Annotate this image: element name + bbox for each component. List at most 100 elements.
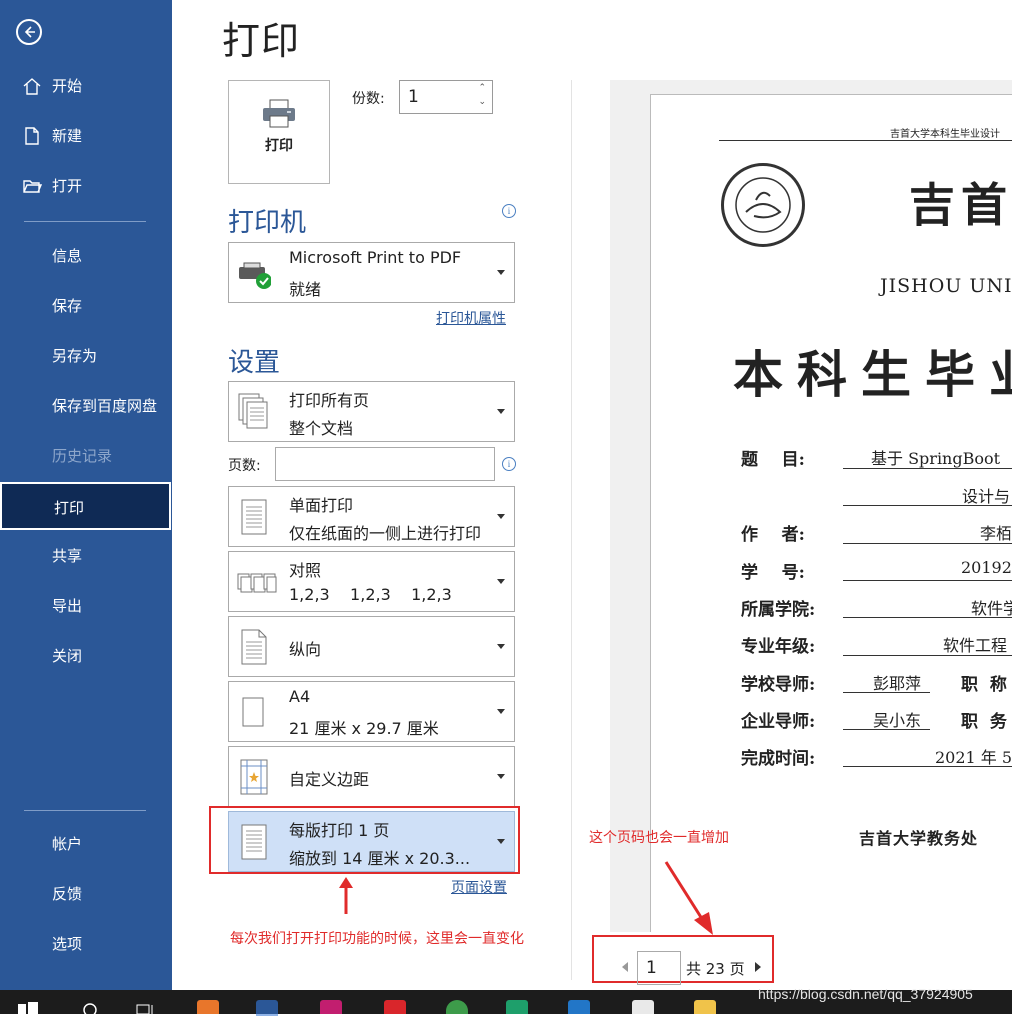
- print-button[interactable]: 打印: [228, 80, 330, 184]
- sidebar-item-save-baidu[interactable]: 保存到百度网盘: [0, 382, 172, 430]
- sidebar-item-info[interactable]: 信息: [0, 232, 172, 280]
- setting-line2: 21 厘米 x 29.7 厘米: [289, 719, 439, 738]
- print-preview[interactable]: 吉首大学本科生毕业设计 吉首大 JISHOU UNIV 本科生毕业 题 目: 基…: [610, 80, 1012, 932]
- chrome-icon[interactable]: [446, 1000, 468, 1014]
- stepper-down-icon[interactable]: ⌄: [478, 97, 486, 107]
- field-label: 完成时间:: [741, 749, 816, 769]
- field-value: 李栢: [980, 524, 1012, 543]
- field-underline: [843, 655, 1012, 656]
- field-label: 所属学院:: [741, 600, 816, 620]
- next-page-icon[interactable]: [753, 961, 763, 973]
- back-arrow-icon[interactable]: [16, 19, 42, 45]
- pages-input[interactable]: [275, 447, 495, 481]
- field-label: 学 号:: [741, 563, 805, 583]
- pages-label: 页数:: [228, 458, 261, 474]
- sidebar-item-share[interactable]: 共享: [0, 532, 172, 580]
- browser-icon[interactable]: [197, 1000, 219, 1014]
- sidebar-item-account[interactable]: 帐户: [0, 820, 172, 868]
- sidebar-item-label: 开始: [52, 77, 83, 95]
- field-underline: [843, 468, 1012, 469]
- university-seal-icon: [721, 163, 805, 247]
- sidebar-item-save-as[interactable]: 另存为: [0, 332, 172, 380]
- sidebar-item-export[interactable]: 导出: [0, 582, 172, 630]
- task-view-icon[interactable]: [136, 1002, 156, 1014]
- print-range-dropdown[interactable]: 打印所有页 整个文档: [228, 381, 515, 442]
- info-icon[interactable]: i: [502, 457, 516, 471]
- printer-dropdown[interactable]: Microsoft Print to PDF 就绪: [228, 242, 515, 303]
- chevron-down-icon: [497, 514, 505, 519]
- sidebar-item-history: 历史记录: [0, 432, 172, 480]
- field-value: 设计与: [962, 487, 1011, 506]
- preview-page: 吉首大学本科生毕业设计 吉首大 JISHOU UNIV 本科生毕业 题 目: 基…: [650, 94, 1012, 932]
- printer-properties-link[interactable]: 打印机属性: [436, 308, 506, 328]
- field-label: 题 目:: [741, 450, 805, 470]
- search-icon[interactable]: [82, 1002, 98, 1014]
- page-total: 共 23 页: [686, 960, 745, 978]
- prev-page-icon[interactable]: [620, 961, 630, 973]
- intellij-icon[interactable]: [320, 1000, 342, 1014]
- sidebar-item-label: 历史记录: [52, 447, 113, 465]
- field-label: 专业年级:: [741, 637, 816, 657]
- setting-line2: 整个文档: [289, 419, 354, 438]
- sidebar-item-close[interactable]: 关闭: [0, 632, 172, 680]
- sidebar-item-print[interactable]: 打印: [0, 482, 171, 530]
- field-value: 吴小东: [873, 711, 922, 730]
- page-header-text: 吉首大学本科生毕业设计: [890, 129, 1000, 140]
- page-number-input[interactable]: 1: [637, 951, 681, 985]
- collate-dropdown[interactable]: 对照 1,2,3 1,2,3 1,2,3: [228, 551, 515, 612]
- document-title: 本科生毕业: [733, 345, 1012, 404]
- field-underline: [843, 766, 1012, 767]
- setting-line2: 仅在纸面的一侧上进行打印: [289, 524, 482, 543]
- sidebar-item-open[interactable]: 打开: [0, 162, 172, 210]
- annotation-arrow-down: [664, 861, 713, 935]
- paper-size-dropdown[interactable]: A4 21 厘米 x 29.7 厘米: [228, 681, 515, 742]
- copies-value: 1: [408, 87, 419, 107]
- sidebar-item-label: 新建: [52, 127, 83, 145]
- portrait-icon: [241, 629, 267, 665]
- page-title: 打印: [222, 19, 301, 63]
- margins-dropdown[interactable]: 自定义边距: [228, 746, 515, 807]
- copies-stepper[interactable]: 1 ⌃ ⌄: [399, 80, 493, 114]
- file-explorer-icon[interactable]: [694, 1000, 716, 1014]
- typora-icon[interactable]: [632, 1000, 654, 1014]
- field-label-extra: 职 务: [961, 712, 1007, 732]
- sides-dropdown[interactable]: 单面打印 仅在纸面的一侧上进行打印: [228, 486, 515, 547]
- chevron-down-icon: [497, 579, 505, 584]
- vscode-icon[interactable]: [568, 1000, 590, 1014]
- windows-start-icon[interactable]: [18, 1002, 38, 1014]
- sidebar-item-label: 导出: [52, 597, 83, 615]
- annotation-box-pager: [592, 935, 774, 983]
- page-setup-link[interactable]: 页面设置: [451, 877, 507, 897]
- field-label: 企业导师:: [741, 712, 816, 732]
- field-value: 软件工程: [943, 636, 1008, 655]
- info-icon[interactable]: i: [502, 204, 516, 218]
- sidebar-item-label: 共享: [52, 547, 83, 565]
- sidebar-item-feedback[interactable]: 反馈: [0, 870, 172, 918]
- sidebar-item-new[interactable]: 新建: [0, 112, 172, 160]
- setting-line1: 打印所有页: [289, 391, 370, 410]
- sidebar-item-save[interactable]: 保存: [0, 282, 172, 330]
- sidebar-item-home[interactable]: 开始: [0, 62, 172, 110]
- backstage-sidebar: 开始 新建 打开 信息 保存 另存为 保存到百度网盘 历史记录 打印 共享 导出…: [0, 0, 172, 990]
- chevron-down-icon: [497, 774, 505, 779]
- field-label: 作 者:: [741, 525, 805, 545]
- field-value: 基于 SpringBoot: [871, 449, 1001, 468]
- field-value: 2021 年 5: [935, 748, 1012, 767]
- stepper-up-icon[interactable]: ⌃: [478, 83, 486, 93]
- pages-stack-icon: [238, 393, 268, 429]
- netease-music-icon[interactable]: [384, 1000, 406, 1014]
- header-rule: [719, 140, 1012, 141]
- orientation-dropdown[interactable]: 纵向: [228, 616, 515, 677]
- field-underline: [843, 505, 1012, 506]
- copies-label: 份数:: [352, 91, 385, 107]
- printer-name: Microsoft Print to PDF: [289, 248, 462, 267]
- sidebar-item-options[interactable]: 选项: [0, 920, 172, 968]
- new-file-icon: [25, 127, 39, 145]
- chevron-down-icon: [497, 409, 505, 414]
- margins-icon: [240, 759, 268, 795]
- print-button-label: 打印: [265, 138, 293, 154]
- field-value: 软件学: [971, 599, 1012, 618]
- pycharm-icon[interactable]: [506, 1000, 528, 1014]
- setting-line1: 自定义边距: [289, 770, 370, 789]
- printer-ready-icon: [239, 262, 271, 289]
